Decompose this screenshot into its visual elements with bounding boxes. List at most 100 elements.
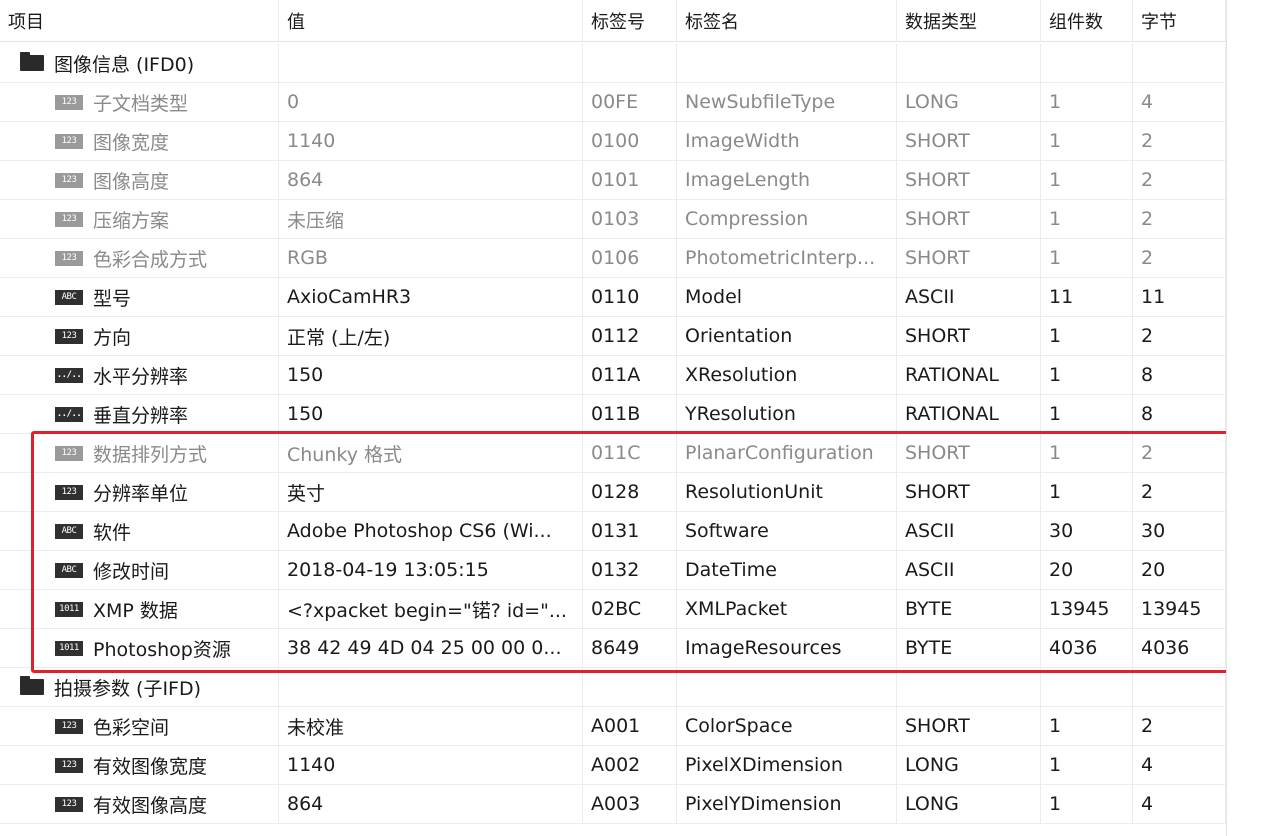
data-type-cell: SHORT: [897, 473, 1041, 511]
group-row[interactable]: 拍摄参数 (子IFD): [0, 668, 1226, 707]
item-label: 图像宽度: [93, 131, 170, 154]
tag-number-cell: 0110: [583, 278, 677, 316]
numeric-icon: 123: [55, 172, 83, 188]
bytes-cell: 2: [1133, 434, 1226, 472]
tag-name-cell: ImageLength: [677, 161, 897, 199]
component-count-cell: 1: [1041, 317, 1133, 355]
item-cell: 123 色彩合成方式: [0, 239, 279, 277]
bytes-cell: 8: [1133, 395, 1226, 433]
value-cell: 864: [279, 161, 583, 199]
table-row[interactable]: 123 有效图像高度 864 A003 PixelYDimension LONG 1 4: [0, 785, 1226, 824]
item-cell: ../.. 水平分辨率: [0, 356, 279, 394]
table-row[interactable]: 1011 XMP 数据 <?xpacket begin="锘? id="... 02B…: [0, 590, 1226, 629]
tag-name-cell: ImageWidth: [677, 122, 897, 160]
table-row[interactable]: ABC 软件 Adobe Photoshop CS6 (Wi... 0131 Softw…: [0, 512, 1226, 551]
item-cell: 123 数据排列方式: [0, 434, 279, 472]
column-header-data-type[interactable]: 数据类型: [897, 0, 1041, 41]
component-count-cell: [1041, 668, 1133, 706]
table-row[interactable]: ABC 修改时间 2018-04-19 13:05:15 0132 DateTime AS…: [0, 551, 1226, 590]
table-row[interactable]: ../.. 水平分辨率 150 011A XResolution RATIONAL 1 8: [0, 356, 1226, 395]
data-type-cell: LONG: [897, 746, 1041, 784]
item-cell: ABC 软件: [0, 512, 279, 550]
numeric-icon: 123: [55, 484, 83, 500]
component-count-cell: 13945: [1041, 590, 1133, 628]
bytes-cell: 2: [1133, 200, 1226, 238]
column-header-tag-name[interactable]: 标签名: [677, 0, 897, 41]
bytes-cell: 2: [1133, 473, 1226, 511]
value-cell: 150: [279, 356, 583, 394]
text-icon: ABC: [55, 562, 83, 578]
component-count-cell: 11: [1041, 278, 1133, 316]
column-header-item[interactable]: 项目: [0, 0, 279, 41]
value-cell: Adobe Photoshop CS6 (Wi...: [279, 512, 583, 550]
item-cell: ABC 型号: [0, 278, 279, 316]
tag-name-cell: XResolution: [677, 356, 897, 394]
table-row[interactable]: ../.. 垂直分辨率 150 011B YResolution RATIONAL 1 8: [0, 395, 1226, 434]
value-cell: 未校准: [279, 707, 583, 745]
item-label: 软件: [93, 521, 132, 544]
tag-number-cell: 0128: [583, 473, 677, 511]
binary-icon: 1011: [55, 601, 83, 617]
numeric-icon: 123: [55, 133, 83, 149]
bytes-cell: [1133, 668, 1226, 706]
tag-name-cell: Compression: [677, 200, 897, 238]
component-count-cell: 1: [1041, 161, 1133, 199]
component-count-cell: 1: [1041, 473, 1133, 511]
data-type-cell: SHORT: [897, 707, 1041, 745]
table-row[interactable]: 123 方向 正常 (上/左) 0112 Orientation SHORT 1 2: [0, 317, 1226, 356]
bytes-cell: 4036: [1133, 629, 1226, 667]
numeric-icon: 123: [55, 796, 83, 812]
component-count-cell: 1: [1041, 785, 1133, 823]
bytes-cell: 2: [1133, 239, 1226, 277]
column-header-value[interactable]: 值: [279, 0, 583, 41]
tag-name-cell: Model: [677, 278, 897, 316]
item-cell: 123 色彩空间: [0, 707, 279, 745]
value-cell: 38 42 49 4D 04 25 00 00 0...: [279, 629, 583, 667]
component-count-cell: 30: [1041, 512, 1133, 550]
tag-name-cell: XMLPacket: [677, 590, 897, 628]
tag-number-cell: 02BC: [583, 590, 677, 628]
folder-icon: [20, 676, 44, 695]
table-row[interactable]: ABC 型号 AxioCamHR3 0110 Model ASCII 11 11: [0, 278, 1226, 317]
table-row[interactable]: 123 分辨率单位 英寸 0128 ResolutionUnit SHORT 1 2: [0, 473, 1226, 512]
bytes-cell: 2: [1133, 161, 1226, 199]
item-cell: 1011 XMP 数据: [0, 590, 279, 628]
column-header-component-count[interactable]: 组件数: [1041, 0, 1133, 41]
item-label: 色彩空间: [93, 716, 170, 739]
tag-number-cell: 011B: [583, 395, 677, 433]
bytes-cell: 4: [1133, 785, 1226, 823]
tag-name-cell: Software: [677, 512, 897, 550]
component-count-cell: 1: [1041, 746, 1133, 784]
table-row[interactable]: 123 压缩方案 未压缩 0103 Compression SHORT 1 2: [0, 200, 1226, 239]
value-cell: AxioCamHR3: [279, 278, 583, 316]
item-label: 压缩方案: [93, 209, 170, 232]
value-cell: 1140: [279, 122, 583, 160]
numeric-icon: 123: [55, 445, 83, 461]
column-header-tag-number[interactable]: 标签号: [583, 0, 677, 41]
column-header-bytes[interactable]: 字节: [1133, 0, 1226, 41]
item-cell: 图像信息 (IFD0): [0, 44, 279, 82]
item-label: 图像信息 (IFD0): [54, 53, 195, 76]
table-row[interactable]: 123 图像高度 864 0101 ImageLength SHORT 1 2: [0, 161, 1226, 200]
table-row[interactable]: 123 子文档类型 0 00FE NewSubfileType LONG 1 4: [0, 83, 1226, 122]
table-row[interactable]: 123 图像宽度 1140 0100 ImageWidth SHORT 1 2: [0, 122, 1226, 161]
item-label: 有效图像高度: [93, 794, 208, 817]
tag-number-cell: A003: [583, 785, 677, 823]
numeric-icon: 123: [55, 94, 83, 110]
data-type-cell: SHORT: [897, 317, 1041, 355]
table-row[interactable]: 123 色彩空间 未校准 A001 ColorSpace SHORT 1 2: [0, 707, 1226, 746]
item-label: 色彩合成方式: [93, 248, 208, 271]
component-count-cell: 1: [1041, 434, 1133, 472]
item-label: 子文档类型: [93, 92, 189, 115]
table-row[interactable]: 1011 Photoshop资源 38 42 49 4D 04 25 00 00 0…: [0, 629, 1226, 668]
table-row[interactable]: 123 色彩合成方式 RGB 0106 PhotometricInterp... SHOR…: [0, 239, 1226, 278]
item-label: 数据排列方式: [93, 443, 208, 466]
table-row[interactable]: 123 数据排列方式 Chunky 格式 011C PlanarConfiguratio…: [0, 434, 1226, 473]
table-row[interactable]: 123 有效图像宽度 1140 A002 PixelXDimension LONG 1 4: [0, 746, 1226, 785]
value-cell: 864: [279, 785, 583, 823]
text-icon: ABC: [55, 289, 83, 305]
group-row[interactable]: 图像信息 (IFD0): [0, 44, 1226, 83]
value-cell: [279, 44, 583, 82]
value-cell: RGB: [279, 239, 583, 277]
numeric-icon: 123: [55, 757, 83, 773]
